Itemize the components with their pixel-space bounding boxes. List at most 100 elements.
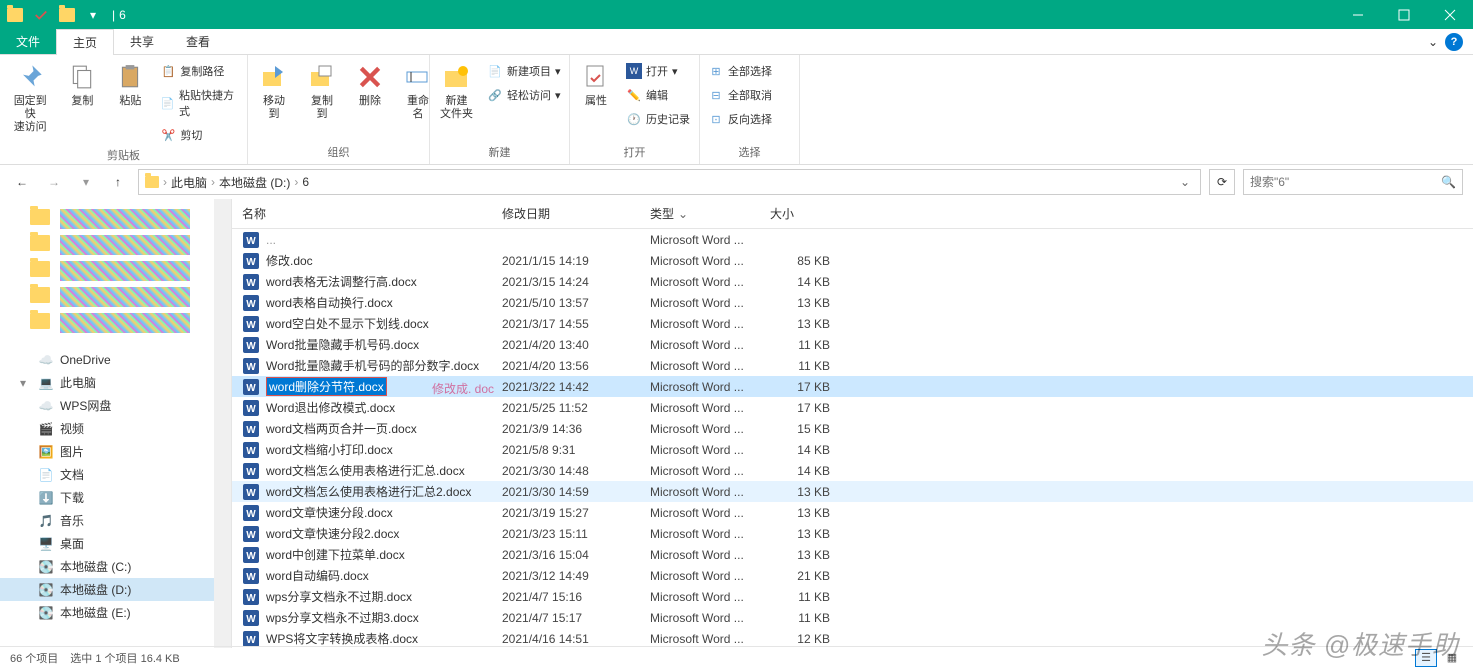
bc-pc[interactable]: 此电脑 <box>169 174 209 191</box>
rename-input[interactable]: word删除分节符.docx <box>266 377 387 396</box>
svg-text:W: W <box>246 509 256 520</box>
qat-dropdown[interactable]: ▾ <box>82 4 104 26</box>
word-icon: W <box>242 295 260 311</box>
col-date[interactable]: 修改日期 <box>492 199 640 228</box>
delete-button[interactable]: 删除 <box>350 59 390 110</box>
scrollbar[interactable] <box>214 199 231 648</box>
file-row[interactable]: W修改.doc2021/1/15 14:19Microsoft Word ...… <box>232 250 1473 271</box>
collapse-ribbon-icon[interactable]: ⌄ <box>1428 35 1438 49</box>
tab-home[interactable]: 主页 <box>56 29 114 55</box>
col-type[interactable]: 类型⌄ <box>640 199 760 228</box>
minimize-button[interactable] <box>1335 0 1381 29</box>
file-date: 2021/5/10 13:57 <box>502 296 650 310</box>
tree-label: 此电脑 <box>60 374 96 391</box>
help-button[interactable]: ? <box>1445 33 1463 51</box>
tree-item-10[interactable]: 💽本地磁盘 (D:) <box>0 578 231 601</box>
moveto-button[interactable]: 移动到 <box>254 59 294 123</box>
copyto-button[interactable]: 复制到 <box>302 59 342 123</box>
tree-item-3[interactable]: 🎬视频 <box>0 417 231 440</box>
history-button[interactable]: 🕐历史记录 <box>624 109 692 129</box>
cut-icon: ✂️ <box>160 127 176 143</box>
selection-info: 选中 1 个项目 16.4 KB <box>70 650 179 666</box>
newitem-button[interactable]: 📄新建项目 ▾ <box>485 61 563 81</box>
group-organize-title: 组织 <box>254 142 423 164</box>
watermark: 头条 @极速手助 <box>1261 625 1459 662</box>
tree-item-7[interactable]: 🎵音乐 <box>0 509 231 532</box>
search-input[interactable] <box>1250 175 1441 189</box>
open-button[interactable]: W打开 ▾ <box>624 61 692 81</box>
tree-item-9[interactable]: 💽本地磁盘 (C:) <box>0 555 231 578</box>
file-row[interactable]: WWord退出修改模式.docx2021/5/25 11:52Microsoft… <box>232 397 1473 418</box>
properties-button[interactable]: 属性 <box>576 59 616 110</box>
back-button[interactable]: ← <box>10 170 34 194</box>
bc-dropdown[interactable]: ⌄ <box>1174 175 1196 189</box>
bc-folder[interactable]: 6 <box>300 175 311 189</box>
cut-button[interactable]: ✂️剪切 <box>158 125 241 145</box>
copy-path-button[interactable]: 📋复制路径 <box>158 61 241 81</box>
file-name: word文档缩小打印.docx <box>266 441 502 458</box>
svg-text:W: W <box>246 362 256 373</box>
refresh-button[interactable]: ⟳ <box>1209 169 1235 195</box>
svg-text:W: W <box>246 551 256 562</box>
tab-share[interactable]: 共享 <box>114 29 170 54</box>
tree-item-1[interactable]: ▾💻此电脑 <box>0 371 231 394</box>
file-row[interactable]: Wword空白处不显示下划线.docx2021/3/17 14:55Micros… <box>232 313 1473 334</box>
col-name[interactable]: 名称 <box>232 199 492 228</box>
maximize-button[interactable] <box>1381 0 1427 29</box>
paste-icon <box>114 61 146 93</box>
cloud-icon: ☁️ <box>38 352 54 368</box>
selectall-button[interactable]: ⊞全部选择 <box>706 61 774 81</box>
tree-item-5[interactable]: 📄文档 <box>0 463 231 486</box>
easyaccess-button[interactable]: 🔗轻松访问 ▾ <box>485 85 563 105</box>
tree-item-4[interactable]: 🖼️图片 <box>0 440 231 463</box>
tab-view[interactable]: 查看 <box>170 29 226 54</box>
file-rows: W...Microsoft Word ...W修改.doc2021/1/15 1… <box>232 229 1473 648</box>
tree-label: 文档 <box>60 466 84 483</box>
file-row[interactable]: Wword文档怎么使用表格进行汇总2.docx2021/3/30 14:59Mi… <box>232 481 1473 502</box>
col-size[interactable]: 大小 <box>760 199 830 228</box>
up-button[interactable]: ↑ <box>106 170 130 194</box>
file-row[interactable]: Wword文档怎么使用表格进行汇总.docx2021/3/30 14:48Mic… <box>232 460 1473 481</box>
tree-item-11[interactable]: 💽本地磁盘 (E:) <box>0 601 231 624</box>
file-size: 17 KB <box>770 380 830 394</box>
paste-button[interactable]: 粘贴 <box>110 59 150 110</box>
file-row[interactable]: Wword中创建下拉菜单.docx2021/3/16 15:04Microsof… <box>232 544 1473 565</box>
file-row[interactable]: Wword表格自动换行.docx2021/5/10 13:57Microsoft… <box>232 292 1473 313</box>
check-icon[interactable] <box>30 4 52 26</box>
file-row[interactable]: Wword文档两页合并一页.docx2021/3/9 14:36Microsof… <box>232 418 1473 439</box>
close-button[interactable] <box>1427 0 1473 29</box>
newfolder-button[interactable]: 新建 文件夹 <box>436 59 477 123</box>
file-row[interactable]: Wword删除分节符.docx2021/3/22 14:42Microsoft … <box>232 376 1473 397</box>
paste-shortcut-button[interactable]: 📄粘贴快捷方式 <box>158 85 241 121</box>
edit-button[interactable]: ✏️编辑 <box>624 85 692 105</box>
tab-file[interactable]: 文件 <box>0 29 56 54</box>
tree-item-2[interactable]: ☁️WPS网盘 <box>0 394 231 417</box>
invert-button[interactable]: ⊡反向选择 <box>706 109 774 129</box>
tree-item-6[interactable]: ⬇️下载 <box>0 486 231 509</box>
search-box[interactable]: 🔍 <box>1243 169 1463 195</box>
file-row[interactable]: Wword文档缩小打印.docx2021/5/8 9:31Microsoft W… <box>232 439 1473 460</box>
file-row[interactable]: Wwps分享文档永不过期.docx2021/4/7 15:16Microsoft… <box>232 586 1473 607</box>
file-row[interactable]: Wword文章快速分段.docx2021/3/19 15:27Microsoft… <box>232 502 1473 523</box>
file-row[interactable]: Wword自动编码.docx2021/3/12 14:49Microsoft W… <box>232 565 1473 586</box>
file-size: 85 KB <box>770 254 830 268</box>
file-row[interactable]: Wword文章快速分段2.docx2021/3/23 15:11Microsof… <box>232 523 1473 544</box>
word-icon: W <box>242 421 260 437</box>
file-row[interactable]: WWord批量隐藏手机号码.docx2021/4/20 13:40Microso… <box>232 334 1473 355</box>
file-row[interactable]: WWord批量隐藏手机号码的部分数字.docx2021/4/20 13:56Mi… <box>232 355 1473 376</box>
tree-label: OneDrive <box>60 353 111 367</box>
breadcrumb[interactable]: › 此电脑 › 本地磁盘 (D:) › 6 ⌄ <box>138 169 1201 195</box>
tree-item-8[interactable]: 🖥️桌面 <box>0 532 231 555</box>
bc-drive[interactable]: 本地磁盘 (D:) <box>217 174 292 191</box>
file-row[interactable]: Wword表格无法调整行高.docx2021/3/15 14:24Microso… <box>232 271 1473 292</box>
copy-button[interactable]: 复制 <box>62 59 102 110</box>
recent-dropdown[interactable]: ▾ <box>74 170 98 194</box>
group-select-title: 选择 <box>706 142 793 164</box>
pin-button[interactable]: 固定到快 速访问 <box>6 59 54 137</box>
forward-button[interactable]: → <box>42 170 66 194</box>
search-icon[interactable]: 🔍 <box>1441 175 1456 189</box>
file-size: 15 KB <box>770 422 830 436</box>
tree-item-0[interactable]: ☁️ OneDrive <box>0 349 231 371</box>
group-clipboard-title: 剪贴板 <box>6 145 241 167</box>
deselect-button[interactable]: ⊟全部取消 <box>706 85 774 105</box>
